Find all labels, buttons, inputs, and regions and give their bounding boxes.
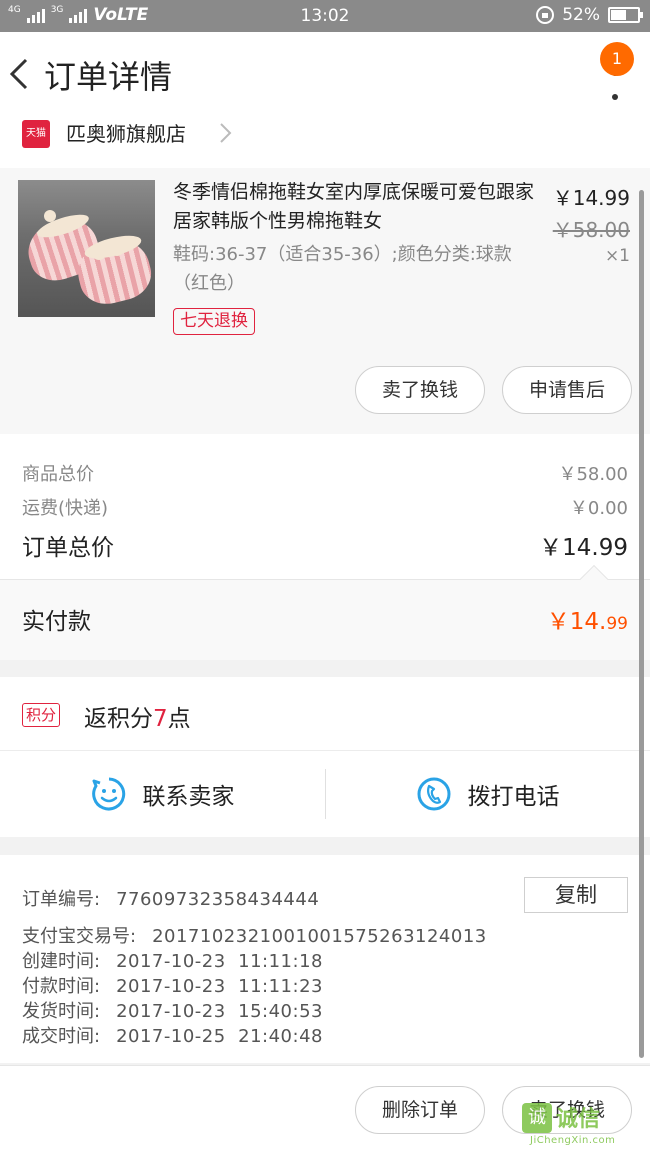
scrollbar[interactable] bbox=[639, 190, 644, 1058]
order-number-line: 订单编号: 77609732358434444 bbox=[22, 885, 319, 911]
call-phone-label: 拨打电话 bbox=[467, 784, 560, 810]
back-arrow-icon[interactable] bbox=[6, 54, 36, 94]
paid-time-value: 2017-10-23 11:11:23 bbox=[116, 976, 323, 997]
order-item-card[interactable]: 冬季情侣棉拖鞋女室内厚底保暖可爱包跟家居家韩版个性男棉拖鞋女 鞋码:36-37（… bbox=[0, 168, 650, 434]
watermark-url: JiChengXin.com bbox=[530, 1135, 616, 1146]
product-quantity: ×1 bbox=[604, 246, 630, 266]
completed-time-label: 成交时间: bbox=[22, 1026, 101, 1047]
product-price: ￥14.99 bbox=[552, 186, 630, 210]
shipped-time-line: 发货时间: 2017-10-23 15:40:53 bbox=[22, 997, 323, 1023]
created-time-label: 创建时间: bbox=[22, 951, 101, 972]
copy-button[interactable]: 复制 bbox=[524, 877, 628, 913]
completed-time-line: 成交时间: 2017-10-25 21:40:48 bbox=[22, 1022, 323, 1048]
shipped-time-value: 2017-10-23 15:40:53 bbox=[116, 1001, 323, 1022]
goods-total-row: 商品总价 ￥58.00 bbox=[22, 460, 628, 486]
chat-smiley-icon bbox=[91, 777, 125, 811]
battery-percent: 52% bbox=[562, 5, 600, 25]
aftersale-button[interactable]: 申请售后 bbox=[502, 366, 632, 414]
points-prefix: 返积分 bbox=[84, 706, 153, 732]
created-time-value: 2017-10-23 11:11:18 bbox=[116, 951, 323, 972]
order-info-block: 订单编号: 77609732358434444 复制 支付宝交易号: 2017102… bbox=[0, 855, 650, 1063]
watermark-logo: 诚 诚信 JiChengXin.com bbox=[522, 1101, 642, 1151]
shop-name[interactable]: 匹奥狮旗舰店 bbox=[66, 118, 186, 147]
goods-total-value: ￥58.00 bbox=[558, 464, 628, 485]
actual-paid-dec: 99 bbox=[606, 614, 628, 634]
product-title[interactable]: 冬季情侣棉拖鞋女室内厚底保暖可爱包跟家居家韩版个性男棉拖鞋女 bbox=[173, 178, 538, 236]
contact-seller-button[interactable]: 联系卖家 bbox=[0, 751, 325, 837]
points-text: 返积分7点 bbox=[84, 699, 191, 733]
shipping-row: 运费(快递) ￥0.00 bbox=[22, 494, 628, 520]
goods-total-label: 商品总价 bbox=[22, 464, 94, 485]
order-total-label: 订单总价 bbox=[22, 535, 114, 561]
actual-paid-int: ￥14. bbox=[546, 609, 607, 635]
delete-order-button[interactable]: 删除订单 bbox=[355, 1086, 485, 1134]
resell-button[interactable]: 卖了换钱 bbox=[355, 366, 485, 414]
alipay-label: 支付宝交易号: bbox=[22, 926, 137, 947]
price-summary: 商品总价 ￥58.00 运费(快递) ￥0.00 订单总价 ￥14.99 实付款… bbox=[0, 434, 650, 660]
tmall-logo-icon: 天猫 bbox=[22, 120, 50, 148]
chevron-right-icon bbox=[220, 123, 232, 143]
shipped-time-label: 发货时间: bbox=[22, 1001, 101, 1022]
order-total-row: 订单总价 ￥14.99 bbox=[22, 528, 628, 562]
watermark-text: 诚信 bbox=[556, 1107, 601, 1132]
points-value: 7 bbox=[153, 706, 168, 732]
created-time-line: 创建时间: 2017-10-23 11:11:18 bbox=[22, 947, 323, 973]
contact-row: 联系卖家 拨打电话 bbox=[0, 751, 650, 837]
paid-time-line: 付款时间: 2017-10-23 11:11:23 bbox=[22, 972, 323, 998]
phone-icon bbox=[417, 777, 450, 811]
bottom-action-bar: 删除订单 卖了换钱 诚 诚信 JiChengXin.com bbox=[0, 1065, 650, 1155]
points-row: 积分 返积分7点 bbox=[0, 677, 650, 751]
completed-time-value: 2017-10-25 21:40:48 bbox=[116, 1026, 323, 1047]
shipping-label: 运费(快递) bbox=[22, 498, 109, 519]
order-total-value: ￥14.99 bbox=[539, 535, 628, 561]
call-phone-button[interactable]: 拨打电话 bbox=[325, 751, 650, 837]
alipay-line: 支付宝交易号: 2017102321001001575263124013 bbox=[22, 922, 487, 948]
app-header: 订单详情 1 bbox=[0, 32, 650, 116]
page-title: 订单详情 bbox=[44, 58, 173, 96]
actual-paid-label: 实付款 bbox=[22, 609, 91, 635]
points-tag: 积分 bbox=[22, 703, 61, 727]
actual-paid-row: 实付款 ￥14.99 bbox=[0, 564, 650, 660]
shop-row[interactable]: 天猫 匹奥狮旗舰店 bbox=[0, 116, 650, 168]
product-spec: 鞋码:36-37（适合35-36）;颜色分类:球款（红色） bbox=[173, 244, 512, 294]
rotation-lock-icon bbox=[536, 6, 555, 24]
notification-badge[interactable]: 1 bbox=[600, 42, 634, 76]
shipping-value: ￥0.00 bbox=[569, 498, 628, 519]
product-thumbnail[interactable] bbox=[18, 180, 155, 317]
order-number-value: 77609732358434444 bbox=[116, 889, 320, 910]
alipay-value: 2017102321001001575263124013 bbox=[152, 926, 487, 947]
order-number-label: 订单编号: bbox=[22, 889, 101, 910]
status-right: 52% bbox=[536, 5, 643, 25]
product-original-price: ￥58.00 bbox=[552, 218, 630, 242]
watermark-icon: 诚 bbox=[522, 1103, 552, 1133]
paid-time-label: 付款时间: bbox=[22, 976, 101, 997]
battery-fill bbox=[611, 10, 626, 20]
points-suffix: 点 bbox=[167, 706, 191, 732]
contact-seller-label: 联系卖家 bbox=[142, 784, 235, 810]
status-bar: 4G 3G VoLTE 13:02 52% bbox=[0, 0, 650, 32]
actual-paid-value: ￥14.99 bbox=[547, 602, 628, 636]
battery-icon bbox=[608, 7, 643, 23]
seven-day-return-tag: 七天退换 bbox=[173, 308, 255, 335]
pointer-notch bbox=[579, 564, 609, 594]
